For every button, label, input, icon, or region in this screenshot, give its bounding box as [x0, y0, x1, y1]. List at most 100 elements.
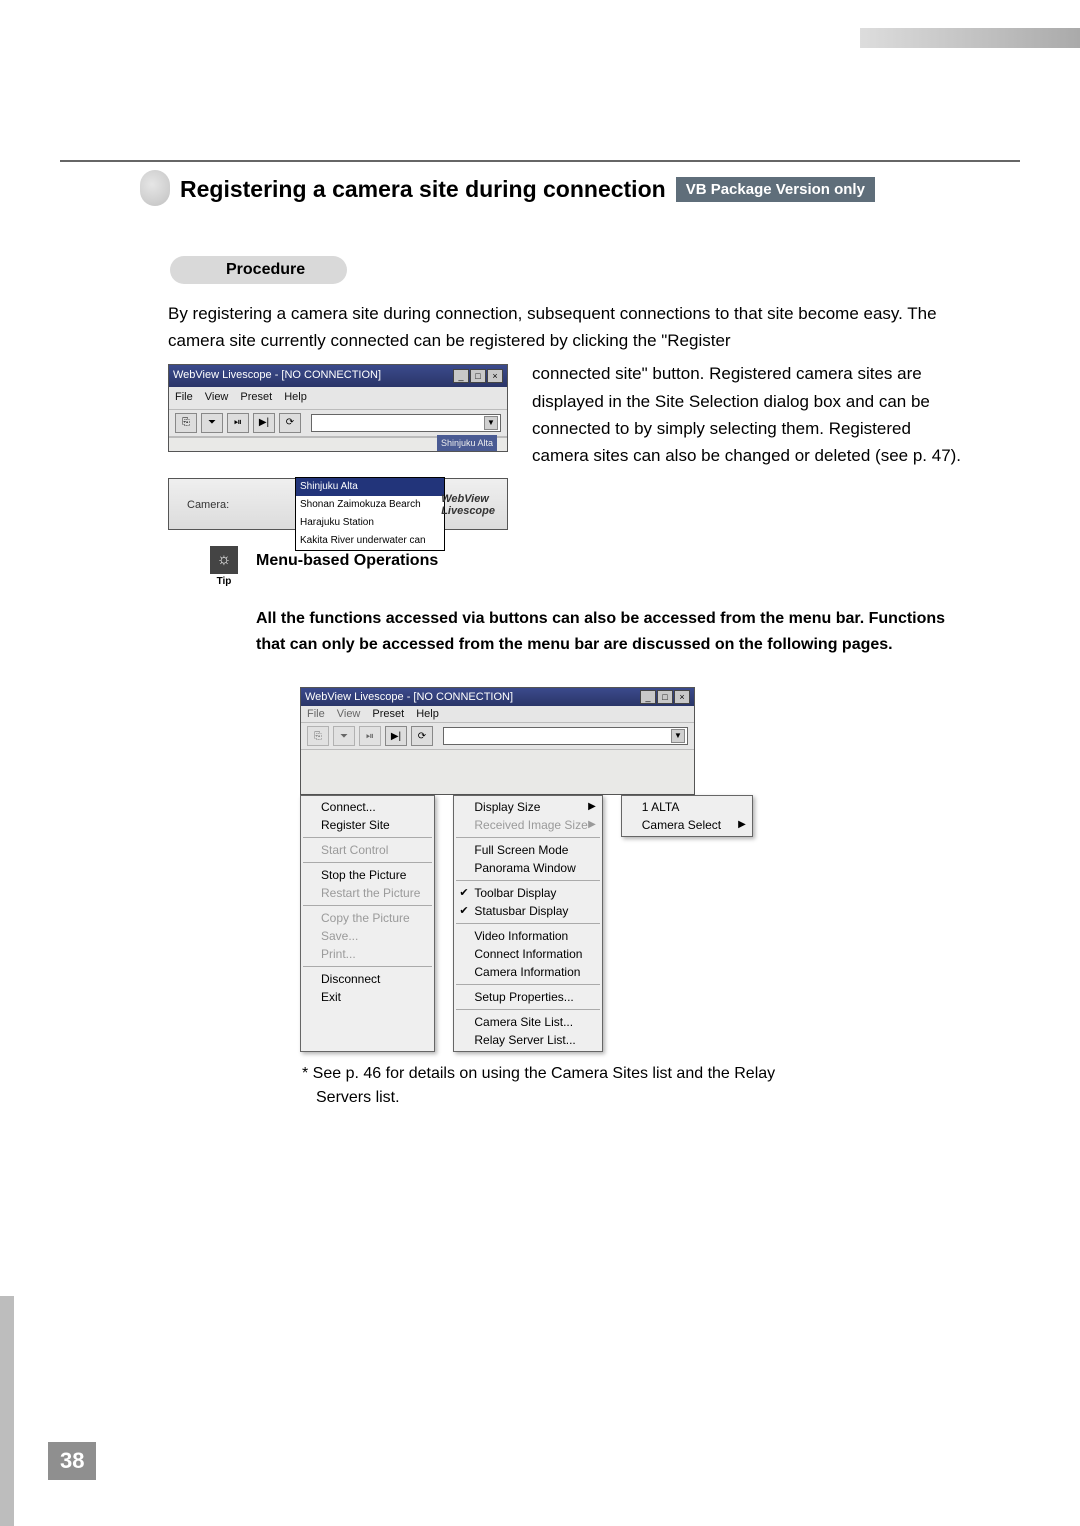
toolbar-button-5[interactable]: ⟳	[411, 726, 433, 746]
section-title: Registering a camera site during connect…	[180, 176, 666, 203]
menu-view[interactable]: View	[337, 708, 361, 720]
maximize-icon[interactable]: □	[657, 690, 673, 704]
menu-help[interactable]: Help	[416, 708, 439, 720]
screenshot-window-1: WebView Livescope - [NO CONNECTION] _ □ …	[168, 364, 508, 451]
intro-text: By registering a camera site during conn…	[168, 304, 937, 350]
menu-separator	[303, 905, 432, 906]
screenshot-column: WebView Livescope - [NO CONNECTION] _ □ …	[168, 360, 508, 529]
tip-label: Tip	[210, 576, 238, 587]
top-decorative-stripe	[860, 28, 1080, 48]
toolbar-button-2[interactable]: ⏷	[201, 413, 223, 433]
toolbar-button-3[interactable]: ⏯	[359, 726, 381, 746]
screenshot-camera-panel: Camera: Shinjuku Alta Shonan Zaimokuza B…	[168, 478, 508, 530]
menu-item[interactable]: Display Size▶	[454, 798, 601, 816]
menu-separator	[456, 984, 599, 985]
menu-item[interactable]: Camera Site List...	[454, 1013, 601, 1031]
menu-item: Print...	[301, 945, 434, 963]
menu-item[interactable]: 1 ALTA	[622, 798, 752, 816]
menu-item[interactable]: Relay Server List...	[454, 1031, 601, 1049]
site-combo[interactable]: ▼	[311, 414, 501, 432]
toolbar-button-2[interactable]: ⏷	[333, 726, 355, 746]
menu-file[interactable]: File	[307, 708, 325, 720]
window-controls: _ □ ×	[640, 690, 690, 704]
menu-bar: File View Preset Help	[169, 387, 507, 409]
menu-item[interactable]: Toolbar Display✔	[454, 884, 601, 902]
submenu-arrow-icon: ▶	[738, 819, 746, 830]
toolbar-button-1[interactable]: ⎘	[175, 413, 197, 433]
menu-item[interactable]: Statusbar Display✔	[454, 902, 601, 920]
toolbar: ⎘ ⏷ ⏯ ▶| ⟳ ▼	[301, 722, 694, 750]
footnote-line-1: * See p. 46 for details on using the Cam…	[302, 1065, 775, 1082]
bullet-ornament	[140, 170, 170, 206]
window-controls: _ □ ×	[453, 369, 503, 383]
file-context-menu[interactable]: Connect...Register SiteStart ControlStop…	[300, 795, 435, 1052]
menu-file[interactable]: File	[175, 389, 193, 407]
menu-item: Restart the Picture	[301, 884, 434, 902]
check-icon: ✔	[459, 886, 468, 899]
menu-item[interactable]: Disconnect	[301, 970, 434, 988]
toolbar-button-5[interactable]: ⟳	[279, 413, 301, 433]
tip-title: Menu-based Operations	[256, 552, 970, 570]
menu-separator	[303, 966, 432, 967]
menu-item: Copy the Picture	[301, 909, 434, 927]
camera-option-1[interactable]: Shonan Zaimokuza Bearch	[296, 496, 444, 514]
screenshot-window-3: WebView Livescope - [NO CONNECTION] _ □ …	[300, 687, 695, 795]
menu-item[interactable]: Stop the Picture	[301, 866, 434, 884]
menu-item[interactable]: Camera Information	[454, 963, 601, 981]
menu-item[interactable]: Register Site	[301, 816, 434, 834]
menu-separator	[303, 862, 432, 863]
submenu-arrow-icon: ▶	[588, 819, 596, 830]
close-icon[interactable]: ×	[487, 369, 503, 383]
window-titlebar: WebView Livescope - [NO CONNECTION] _ □ …	[301, 688, 694, 706]
preset-context-menu[interactable]: 1 ALTACamera Select▶	[621, 795, 753, 837]
logo-line-1: WebView	[441, 493, 495, 505]
menu-help[interactable]: Help	[284, 389, 307, 407]
menu-item[interactable]: Camera Select▶	[622, 816, 752, 834]
logo-line-2: Livescope	[441, 505, 495, 517]
footnote: * See p. 46 for details on using the Cam…	[302, 1062, 970, 1110]
camera-label: Camera:	[187, 497, 229, 515]
menu-item[interactable]: Full Screen Mode	[454, 841, 601, 859]
camera-option-3[interactable]: Kakita River underwater can	[296, 532, 444, 550]
menu-view[interactable]: View	[205, 389, 229, 407]
menu-separator	[456, 923, 599, 924]
menu-item[interactable]: Setup Properties...	[454, 988, 601, 1006]
dropdown-arrow-icon[interactable]: ▼	[484, 416, 498, 430]
menu-preset[interactable]: Preset	[372, 708, 404, 720]
footnote-line-2: Servers list.	[302, 1086, 970, 1110]
site-combo[interactable]: ▼	[443, 727, 688, 745]
check-icon: ✔	[459, 904, 468, 917]
menu-separator	[303, 837, 432, 838]
tip-block: ☼ Tip Menu-based Operations All the func…	[212, 552, 970, 1110]
horizontal-rule	[60, 160, 1020, 162]
menu-item[interactable]: Connect Information	[454, 945, 601, 963]
camera-dropdown-list[interactable]: Shinjuku Alta Shonan Zaimokuza Bearch Ha…	[295, 477, 445, 551]
toolbar-button-4[interactable]: ▶|	[385, 726, 407, 746]
webview-logo: WebView Livescope	[441, 493, 495, 517]
toolbar-button-4[interactable]: ▶|	[253, 413, 275, 433]
menu-separator	[456, 1009, 599, 1010]
menu-item[interactable]: Panorama Window	[454, 859, 601, 877]
camera-option-2[interactable]: Harajuku Station	[296, 514, 444, 532]
menu-item[interactable]: Video Information	[454, 927, 601, 945]
menu-separator	[456, 880, 599, 881]
menu-separator	[456, 837, 599, 838]
toolbar-button-3[interactable]: ⏯	[227, 413, 249, 433]
maximize-icon[interactable]: □	[470, 369, 486, 383]
intro-paragraph: By registering a camera site during conn…	[168, 300, 970, 530]
submenu-arrow-icon: ▶	[588, 801, 596, 812]
view-context-menu[interactable]: Display Size▶Received Image Size▶Full Sc…	[453, 795, 602, 1052]
window-titlebar: WebView Livescope - [NO CONNECTION] _ □ …	[169, 365, 507, 387]
camera-option-0[interactable]: Shinjuku Alta	[296, 478, 444, 496]
minimize-icon[interactable]: _	[640, 690, 656, 704]
menu-preset[interactable]: Preset	[240, 389, 272, 407]
window-title: WebView Livescope - [NO CONNECTION]	[173, 367, 381, 385]
close-icon[interactable]: ×	[674, 690, 690, 704]
procedure-label: Procedure	[170, 256, 347, 284]
menu-item[interactable]: Connect...	[301, 798, 434, 816]
menu-item[interactable]: Exit	[301, 988, 434, 1006]
dropdown-arrow-icon[interactable]: ▼	[671, 729, 685, 743]
tip-paragraph: All the functions accessed via buttons c…	[256, 606, 970, 657]
toolbar-button-1[interactable]: ⎘	[307, 726, 329, 746]
minimize-icon[interactable]: _	[453, 369, 469, 383]
